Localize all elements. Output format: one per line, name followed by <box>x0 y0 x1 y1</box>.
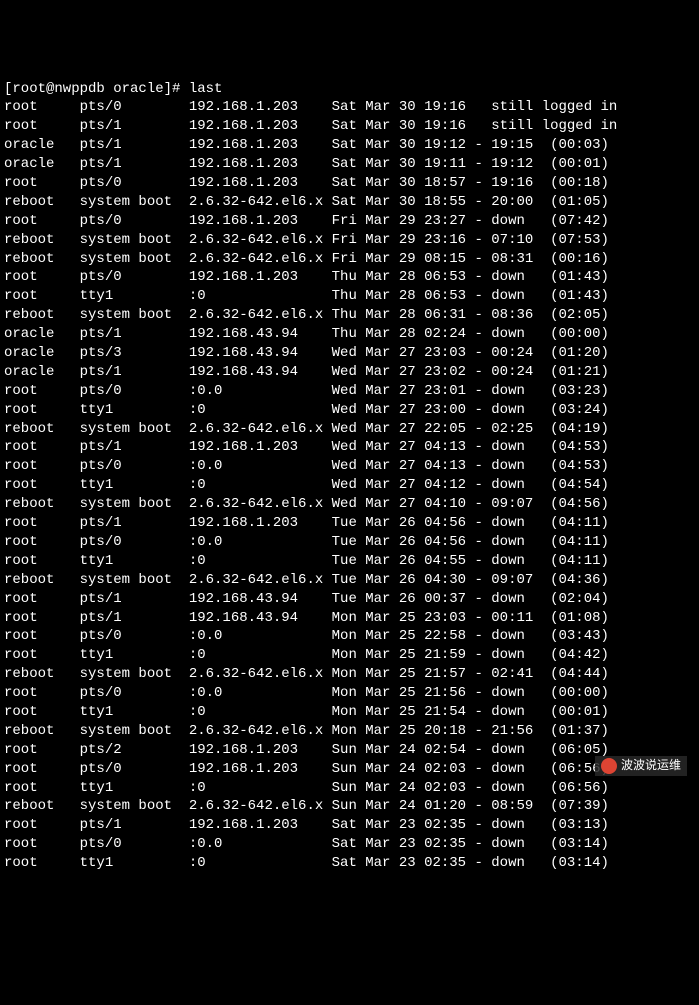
watermark: 波波说运维 <box>595 756 687 776</box>
terminal-output: [root@nwppdb oracle]# last root pts/0 19… <box>4 80 695 873</box>
watermark-text: 波波说运维 <box>621 758 681 774</box>
watermark-icon <box>601 758 617 774</box>
